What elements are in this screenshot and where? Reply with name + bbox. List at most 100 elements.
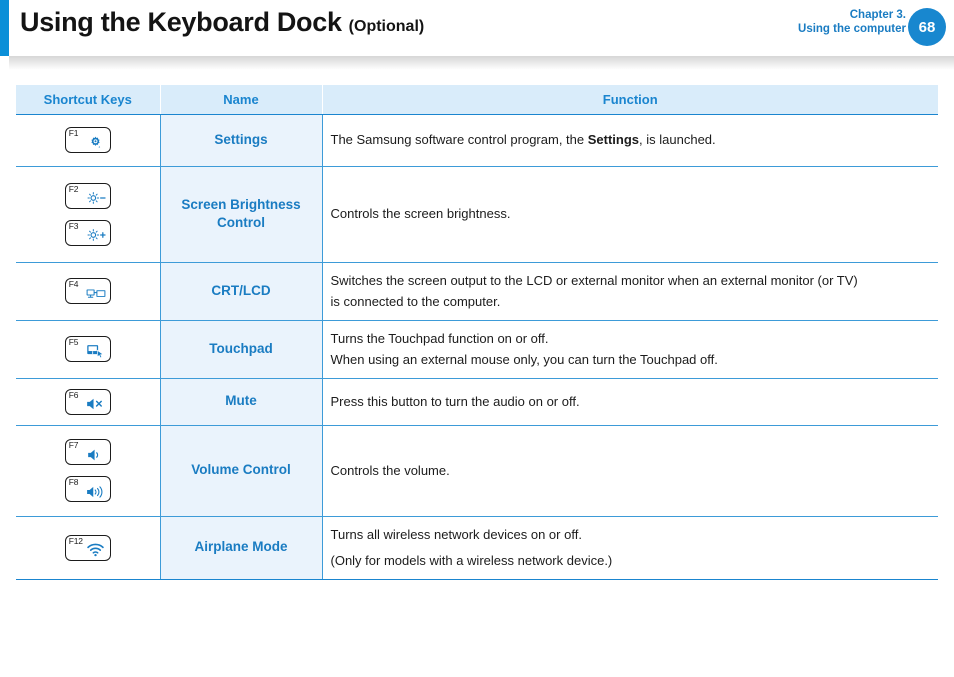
shortcut-name-cell: Touchpad: [159, 320, 323, 379]
function-line: Press this button to turn the audio on o…: [331, 392, 929, 412]
shortcut-name-cell: CRT/LCD: [159, 262, 323, 321]
table-header: Shortcut Keys Name Function: [16, 85, 938, 115]
shortcut-name-cell: Screen Brightness Control: [159, 166, 323, 263]
function-text: The Samsung software control program, th…: [330, 132, 588, 148]
keycap-label: F7: [68, 440, 79, 450]
chapter-number: Chapter 3.: [849, 9, 906, 21]
function-text: is connected to the computer.: [330, 293, 501, 309]
shortcut-function-cell: Turns the Touchpad function on or off. Wh…: [322, 320, 938, 379]
shortcut-keys-cell: F5: [16, 320, 160, 379]
shortcut-function-cell: The Samsung software control program, th…: [322, 114, 938, 167]
key-stack: F12: [16, 532, 160, 564]
function-line: Turns all wireless network devices on or…: [331, 525, 929, 545]
header-divider-shadow: [9, 56, 954, 70]
page-title-group: Using the Keyboard Dock (Optional): [20, 7, 424, 38]
keycap-f7[interactable]: F7: [64, 439, 111, 465]
function-emphasis: Settings: [587, 132, 640, 148]
keycap-label: F12: [68, 535, 83, 546]
shortcut-function-cell: Turns all wireless network devices on or…: [322, 516, 938, 580]
keycap-f5[interactable]: F5: [64, 336, 111, 362]
table-row: F12 Airplane Mode Turns all wireless netwo…: [16, 516, 938, 580]
keycap-f4[interactable]: F4: [64, 278, 111, 304]
keycap-f3[interactable]: F3: [64, 219, 111, 246]
function-text: , is launched.: [639, 132, 716, 148]
page-title-optional-suffix: (Optional): [348, 18, 425, 35]
table-row: F4 CRT/LCD Switches the screen output to t…: [16, 262, 938, 321]
shortcut-function-cell: Switches the screen output to the LCD or…: [322, 262, 938, 321]
volume-down-icon: [86, 447, 106, 462]
column-header-shortcut-keys: Shortcut Keys: [16, 85, 161, 115]
shortcut-name-cell: Volume Control: [159, 425, 323, 517]
shortcut-keys-cell: F12: [16, 516, 160, 580]
function-line: When using an external mouse only, you c…: [331, 350, 929, 370]
keycap-label: F8: [68, 477, 79, 487]
keycap-f8[interactable]: F8: [64, 476, 111, 502]
shortcut-name-cell: Settings: [159, 114, 323, 167]
function-text: Controls the volume.: [330, 462, 450, 478]
table-header-row: Shortcut Keys Name Function: [16, 85, 938, 115]
function-line: Turns the Touchpad function on or off.: [331, 329, 929, 349]
gear-icon: [86, 135, 106, 150]
function-line: Switches the screen output to the LCD or…: [331, 271, 929, 291]
keycap-f1[interactable]: F1: [64, 127, 111, 153]
shortcut-keys-cell: F7 F8: [16, 425, 160, 517]
function-line: (Only for models with a wireless network…: [331, 551, 929, 571]
key-stack: F6: [16, 386, 160, 418]
chapter-name: Using the computer: [798, 23, 906, 36]
key-stack: F7 F8: [16, 436, 160, 505]
function-line: Controls the volume.: [331, 461, 929, 481]
keycap-f6[interactable]: F6: [64, 388, 111, 415]
function-line: is connected to the computer.: [331, 292, 929, 312]
page-title: Using the Keyboard Dock: [20, 7, 342, 37]
shortcut-keys-cell: F2 F3: [16, 166, 160, 263]
function-text: When using an external mouse only, you c…: [330, 351, 718, 367]
key-stack: F1: [16, 124, 160, 156]
shortcut-keys-cell: F6: [16, 378, 160, 426]
left-accent-bar: [0, 0, 9, 56]
table-body: F1 Settings The Samsung software control p…: [16, 114, 938, 580]
function-text: Press this button to turn the audio on o…: [330, 393, 580, 409]
function-text: Turns all wireless network devices on or…: [330, 526, 582, 542]
brightness-up-icon: [86, 228, 106, 243]
shortcut-name-cell: Mute: [159, 378, 323, 426]
function-line: The Samsung software control program, th…: [331, 130, 929, 150]
crt-lcd-monitors-icon: [86, 286, 106, 301]
wireless-signal-icon: [86, 543, 106, 558]
function-line: Controls the screen brightness.: [331, 204, 929, 224]
shortcut-function-cell: Press this button to turn the audio on o…: [322, 378, 938, 426]
table-row: F1 Settings The Samsung software control p…: [16, 114, 938, 167]
keycap-f2[interactable]: F2: [64, 182, 111, 209]
table-row: F5 Touchpad Turns the Touchpad function on…: [16, 320, 938, 379]
function-text: Turns the Touchpad function on or off.: [330, 331, 549, 346]
shortcut-function-cell: Controls the volume.: [322, 425, 938, 517]
mute-icon: [86, 397, 106, 412]
page-root: Using the Keyboard Dock (Optional) Chapt…: [0, 0, 954, 677]
table-row: F6 Mute Press this button to turn the audi…: [16, 378, 938, 426]
column-header-function: Function: [322, 85, 938, 115]
touchpad-icon: [86, 344, 106, 359]
volume-up-icon: [86, 484, 106, 499]
shortcut-keys-cell: F4: [16, 262, 160, 321]
shortcut-name-cell: Airplane Mode: [159, 516, 323, 580]
function-text: Switches the screen output to the LCD or…: [330, 273, 858, 288]
key-stack: F5: [16, 333, 160, 365]
page-number-badge: 68: [908, 8, 946, 46]
keycap-f12[interactable]: F12: [64, 534, 111, 561]
column-header-name: Name: [160, 85, 323, 115]
keycap-label: F1: [68, 128, 79, 138]
page-header: Using the Keyboard Dock (Optional) Chapt…: [0, 0, 954, 70]
keycap-label: F3: [68, 220, 79, 231]
brightness-down-icon: [86, 191, 106, 206]
key-stack: F2 F3: [16, 180, 160, 249]
table-row: F7 F8 Volume Control Controls the volume.: [16, 425, 938, 517]
shortcut-function-cell: Controls the screen brightness.: [322, 166, 938, 263]
function-text: (Only for models with a wireless network…: [330, 553, 613, 568]
keycap-label: F2: [68, 183, 79, 194]
key-stack: F4: [16, 275, 160, 307]
keycap-label: F5: [68, 337, 79, 347]
keycap-label: F6: [68, 389, 79, 400]
chapter-reference: Chapter 3. Using the computer: [798, 8, 906, 37]
shortcut-keys-cell: F1: [16, 114, 160, 167]
shortcut-keys-table: Shortcut Keys Name Function F1 Settings Th…: [16, 85, 938, 580]
table-row: F2 F3 Screen Brightness Control Controls th…: [16, 166, 938, 263]
